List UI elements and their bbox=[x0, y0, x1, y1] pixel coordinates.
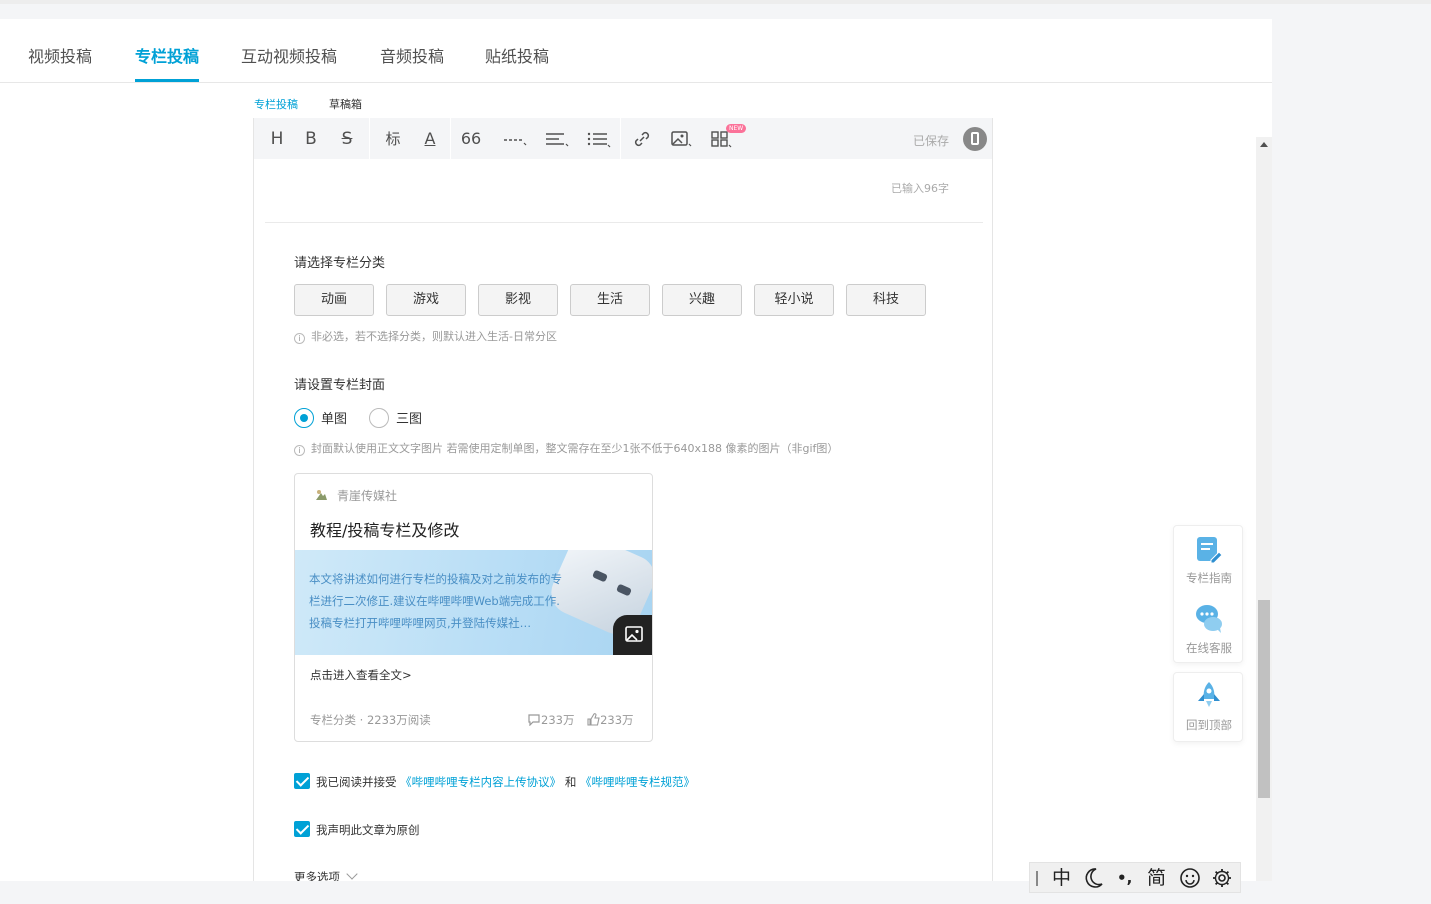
upload-agreement-link[interactable]: 《哔哩哔哩专栏内容上传协议》 bbox=[400, 775, 561, 789]
title-style-button[interactable]: 标 bbox=[381, 127, 405, 151]
category-option-life[interactable]: 生活 bbox=[570, 284, 650, 316]
more-options-toggle[interactable]: 更多选项 bbox=[294, 868, 358, 881]
comment-icon bbox=[528, 714, 540, 727]
divider-line-icon[interactable] bbox=[502, 127, 528, 151]
article-rules-link[interactable]: 《哔哩哔哩专栏规范》 bbox=[580, 775, 695, 789]
category-option-game[interactable]: 游戏 bbox=[386, 284, 466, 316]
comment-count: 233万 bbox=[541, 713, 575, 727]
ime-drag-handle[interactable] bbox=[1036, 871, 1038, 886]
original-text: 我声明此文章为原创 bbox=[316, 823, 420, 837]
cover-hint: i 封面默认使用正文文字图片 若需使用定制单图，整文需存在至少1张不低于640x1… bbox=[294, 440, 838, 456]
card-author: 青崖传媒社 bbox=[337, 489, 398, 503]
original-checkbox[interactable] bbox=[294, 821, 310, 837]
info-icon: i bbox=[294, 445, 305, 456]
help-panel: 专栏指南 在线客服 bbox=[1173, 525, 1243, 663]
category-label: 请选择专栏分类 bbox=[294, 256, 386, 271]
upload-tabs: 视频投稿 专栏投稿 互动视频投稿 音频投稿 贴纸投稿 bbox=[0, 19, 1272, 83]
tab-interactive-video[interactable]: 互动视频投稿 bbox=[241, 43, 337, 83]
read-more-link[interactable]: 点击进入查看全文> bbox=[310, 667, 412, 683]
more-options-label: 更多选项 bbox=[294, 870, 340, 881]
page: 视频投稿 专栏投稿 互动视频投稿 音频投稿 贴纸投稿 专栏投稿 草稿箱 H B … bbox=[0, 19, 1272, 881]
card-cover-image: 本文将讲述如何进行专栏的投稿及对之前发布的专栏进行二次修正.建议在哔哩哔哩Web… bbox=[295, 550, 652, 655]
category-hint: i 非必选，若不选择分类，则默认进入生活-日常分区 bbox=[294, 328, 557, 344]
change-cover-button[interactable] bbox=[613, 615, 652, 655]
ime-punctuation-toggle[interactable]: •, bbox=[1117, 866, 1132, 890]
back-to-top-label[interactable]: 回到顶部 bbox=[1174, 717, 1244, 733]
card-description: 本文将讲述如何进行专栏的投稿及对之前发布的专栏进行二次修正.建议在哔哩哔哩Web… bbox=[309, 572, 562, 630]
card-meta: 专栏分类 · 2233万阅读 bbox=[310, 713, 431, 727]
agreement-and: 和 bbox=[564, 775, 577, 789]
emoji-icon[interactable] bbox=[1179, 866, 1201, 896]
cover-single-label[interactable]: 单图 bbox=[321, 408, 347, 427]
card-stats: 233万 233万 bbox=[527, 712, 634, 728]
info-icon: i bbox=[294, 333, 305, 344]
toolbar-divider bbox=[369, 118, 370, 159]
toolbar-divider bbox=[620, 118, 621, 159]
cover-single-radio[interactable] bbox=[294, 408, 314, 428]
mobile-preview-icon[interactable] bbox=[963, 127, 987, 151]
strikethrough-button[interactable]: S bbox=[338, 127, 356, 151]
cover-triple-label[interactable]: 三图 bbox=[396, 408, 422, 427]
cover-triple-radio[interactable] bbox=[369, 408, 389, 428]
subtab-article[interactable]: 专栏投稿 bbox=[254, 96, 298, 120]
scrollbar-thumb[interactable] bbox=[1258, 600, 1270, 798]
link-icon[interactable] bbox=[632, 127, 652, 151]
category-option-light-novel[interactable]: 轻小说 bbox=[754, 284, 834, 316]
author-avatar-icon bbox=[316, 490, 327, 500]
quote-button[interactable]: 66 bbox=[460, 127, 482, 151]
preview-card[interactable]: 青崖传媒社 教程/投稿专栏及修改 本文将讲述如何进行专栏的投稿及对之前发布的专栏… bbox=[294, 473, 653, 742]
align-icon[interactable] bbox=[544, 127, 570, 151]
ime-simplified-toggle[interactable]: 简 bbox=[1147, 866, 1166, 890]
like-count: 233万 bbox=[600, 713, 634, 727]
moon-icon[interactable] bbox=[1083, 866, 1105, 896]
word-count: 已输入96字 bbox=[891, 182, 949, 195]
agreement-checkbox[interactable] bbox=[294, 773, 310, 789]
tab-video[interactable]: 视频投稿 bbox=[28, 43, 92, 83]
category-option-interest[interactable]: 兴趣 bbox=[662, 284, 742, 316]
cover-hint-text: 封面默认使用正文文字图片 若需使用定制单图，整文需存在至少1张不低于640x18… bbox=[311, 442, 839, 455]
font-color-button[interactable]: A bbox=[420, 127, 440, 151]
image-icon[interactable] bbox=[670, 127, 694, 151]
page-scrollbar[interactable] bbox=[1256, 137, 1272, 881]
editor-toolbar: H B S 标 A 66 NEW 已保存 bbox=[254, 118, 992, 159]
tab-article[interactable]: 专栏投稿 bbox=[135, 43, 200, 83]
right-margin bbox=[1272, 19, 1431, 881]
like-icon bbox=[587, 713, 600, 726]
chat-service-icon[interactable] bbox=[1193, 602, 1225, 634]
service-label[interactable]: 在线客服 bbox=[1174, 640, 1244, 656]
agreement-prefix: 我已阅读并接受 bbox=[316, 775, 397, 789]
scroll-up-arrow-icon[interactable] bbox=[1260, 142, 1268, 147]
card-title: 教程/投稿专栏及修改 bbox=[310, 521, 460, 540]
guide-icon[interactable] bbox=[1193, 534, 1225, 566]
category-hint-text: 非必选，若不选择分类，则默认进入生活-日常分区 bbox=[311, 330, 557, 343]
top-strip bbox=[0, 0, 1431, 4]
category-option-film[interactable]: 影视 bbox=[478, 284, 558, 316]
article-editor: H B S 标 A 66 NEW 已保存 已输入96字 请选择专栏分类 动画 游… bbox=[253, 118, 993, 881]
bold-button[interactable]: B bbox=[302, 127, 320, 151]
cover-label: 请设置专栏封面 bbox=[294, 378, 386, 393]
back-to-top-panel[interactable]: 回到顶部 bbox=[1173, 672, 1243, 742]
toolbar-divider bbox=[450, 118, 451, 159]
tab-sticker[interactable]: 贴纸投稿 bbox=[485, 43, 549, 83]
ime-language-toggle[interactable]: 中 bbox=[1052, 866, 1071, 890]
subtab-drafts[interactable]: 草稿箱 bbox=[329, 96, 362, 120]
category-option-animation[interactable]: 动画 bbox=[294, 284, 374, 316]
new-badge: NEW bbox=[726, 124, 747, 133]
chevron-down-icon bbox=[346, 868, 358, 880]
save-status: 已保存 bbox=[913, 134, 950, 148]
rocket-icon[interactable] bbox=[1193, 679, 1225, 711]
category-option-tech[interactable]: 科技 bbox=[846, 284, 926, 316]
ime-toolbar: 中 •, 简 bbox=[1029, 862, 1241, 893]
section-divider bbox=[265, 222, 983, 223]
heading-button[interactable]: H bbox=[268, 127, 286, 151]
gear-icon[interactable] bbox=[1211, 866, 1233, 896]
picture-icon bbox=[625, 626, 643, 642]
list-icon[interactable] bbox=[586, 127, 612, 151]
tab-audio[interactable]: 音频投稿 bbox=[380, 43, 444, 83]
guide-label[interactable]: 专栏指南 bbox=[1174, 570, 1244, 586]
agreement-text: 我已阅读并接受 《哔哩哔哩专栏内容上传协议》 和 《哔哩哔哩专栏规范》 bbox=[316, 774, 695, 790]
